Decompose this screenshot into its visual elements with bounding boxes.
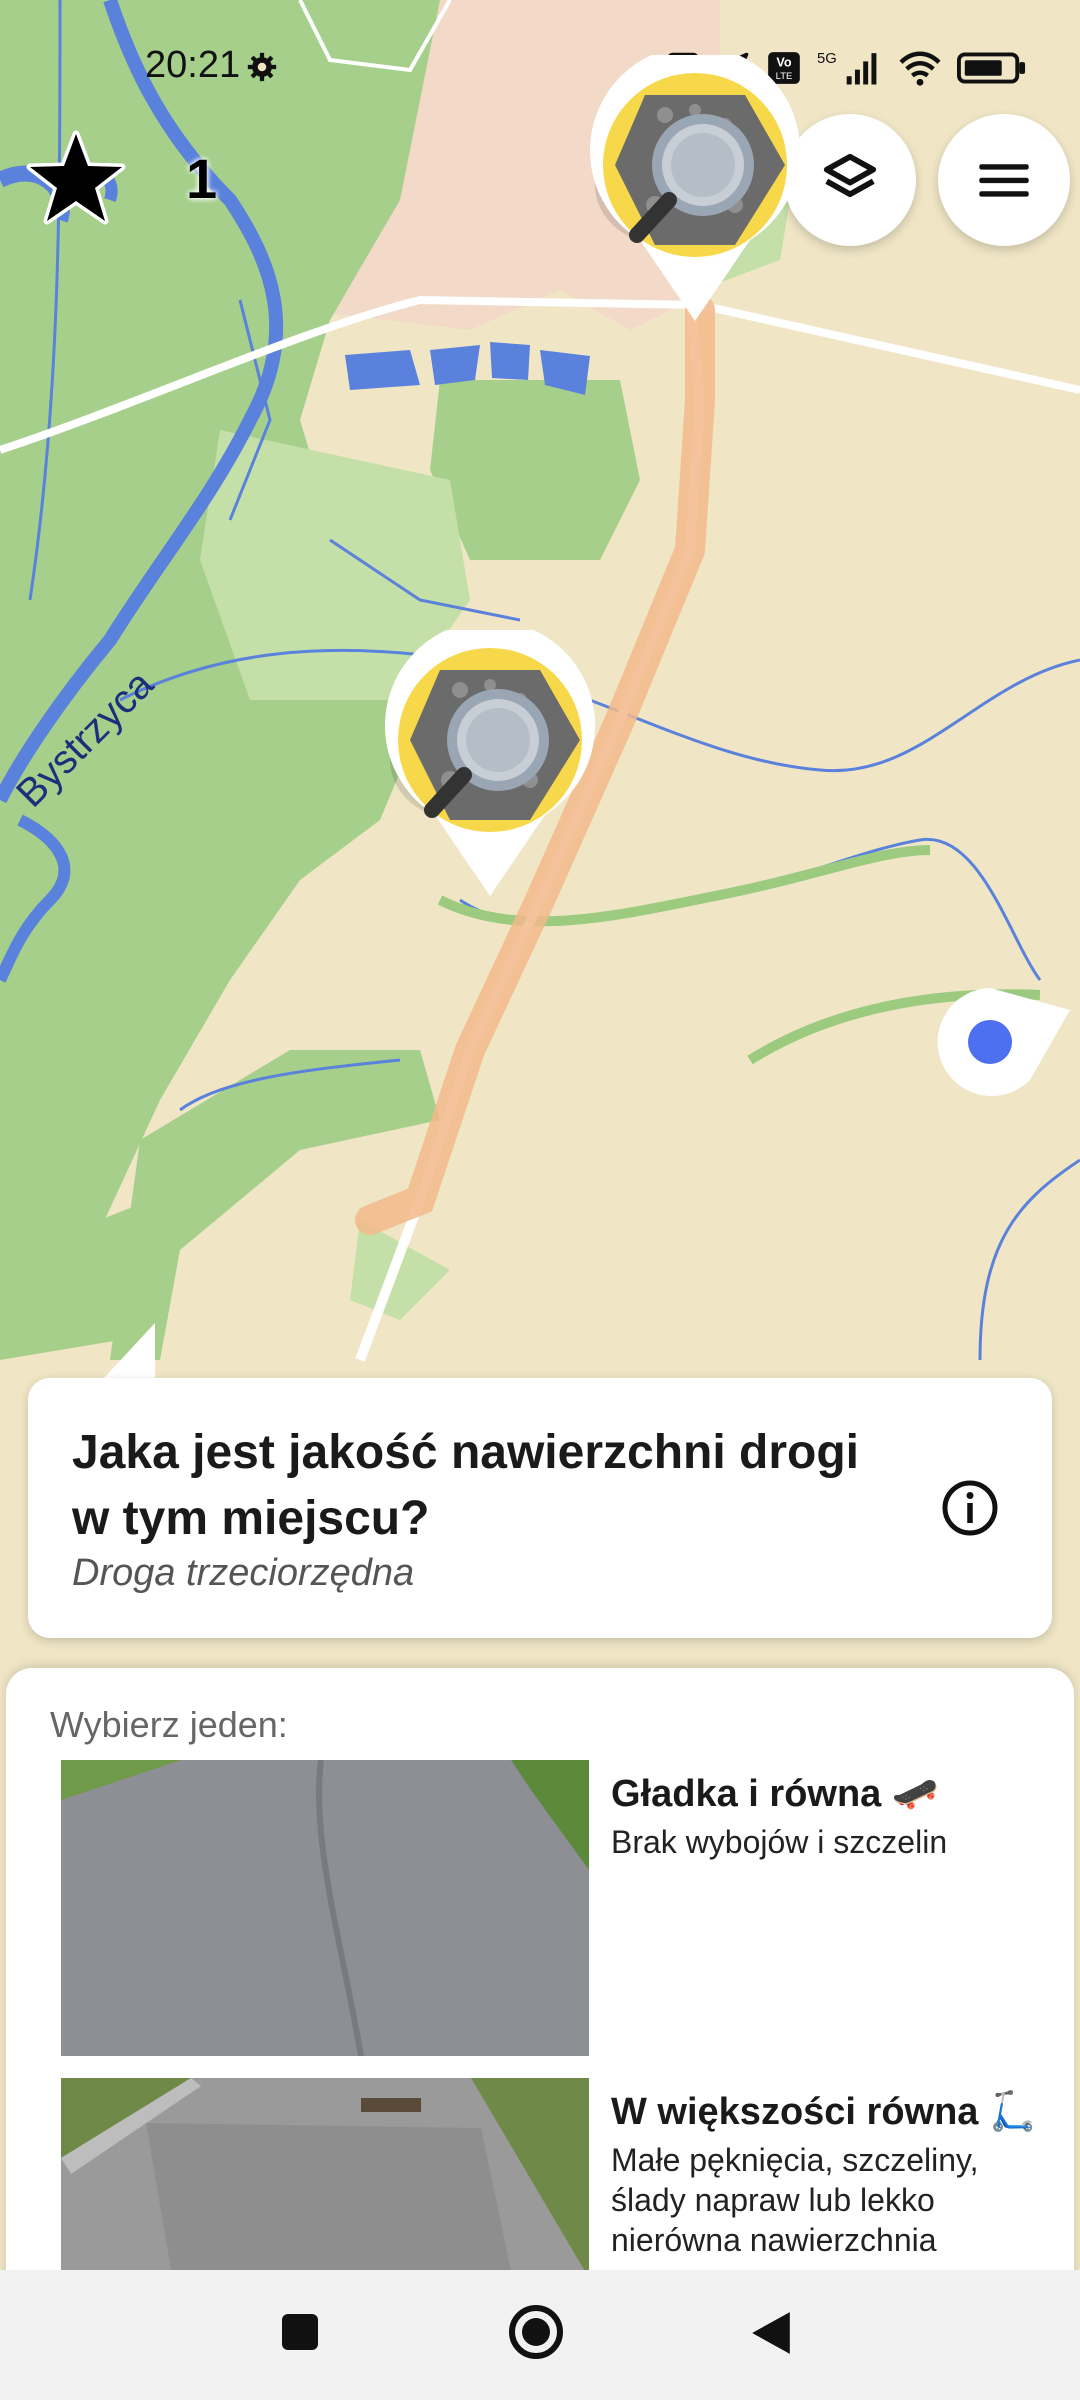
location-dot-icon <box>937 988 1070 1096</box>
road-surface-quest-icon <box>590 45 800 322</box>
road-type-label: Droga trzeciorzędna <box>72 1552 415 1594</box>
question-title: Jaka jest jakość nawierzchni drogi w tym… <box>72 1426 859 1545</box>
option-description: Brak wybojów i szczelin <box>611 1824 948 1860</box>
answer-option-smooth[interactable]: Gładka i równa 🛹 Brak wybojów i szczelin <box>61 1760 1061 2060</box>
quest-pin-road-surface[interactable] <box>585 45 805 325</box>
smooth-road-photo <box>61 1760 589 2056</box>
road-surface-quest-icon <box>385 620 595 896</box>
signal-5g-icon: 5G <box>817 51 877 85</box>
star-count: 1 <box>186 146 218 210</box>
home-button[interactable] <box>508 2304 564 2360</box>
back-button[interactable] <box>750 2310 792 2356</box>
status-bar: 20:21 Vo LTE 5G <box>0 0 1080 140</box>
choose-one-label: Wybierz jeden: <box>50 1704 288 1745</box>
option-title: Gładka i równa 🛹 <box>611 1773 940 1815</box>
battery-icon <box>957 52 1026 84</box>
network-type-label: 5G <box>817 51 837 67</box>
option-description: Małe pęknięcia, szczeliny, ślady napraw … <box>611 2142 979 2258</box>
info-icon[interactable] <box>940 1478 1000 1538</box>
main-menu-button[interactable] <box>938 114 1070 246</box>
hamburger-menu-icon <box>979 164 1029 197</box>
quest-pin-road-surface[interactable] <box>380 620 600 900</box>
wifi-icon <box>899 51 941 86</box>
star-counter[interactable]: 1 <box>26 128 217 228</box>
recent-apps-button[interactable] <box>280 2312 320 2352</box>
current-location-indicator[interactable] <box>930 985 1070 1100</box>
option-title: W większości równa 🛴 <box>611 2091 1037 2133</box>
layers-icon <box>823 153 877 198</box>
system-navigation-bar <box>0 2270 1080 2400</box>
star-icon <box>26 130 126 225</box>
status-time: 20:21 <box>145 44 241 86</box>
settings-gear-icon <box>247 52 277 82</box>
quest-question-card: Jaka jest jakość nawierzchni drogi w tym… <box>28 1378 1052 1638</box>
